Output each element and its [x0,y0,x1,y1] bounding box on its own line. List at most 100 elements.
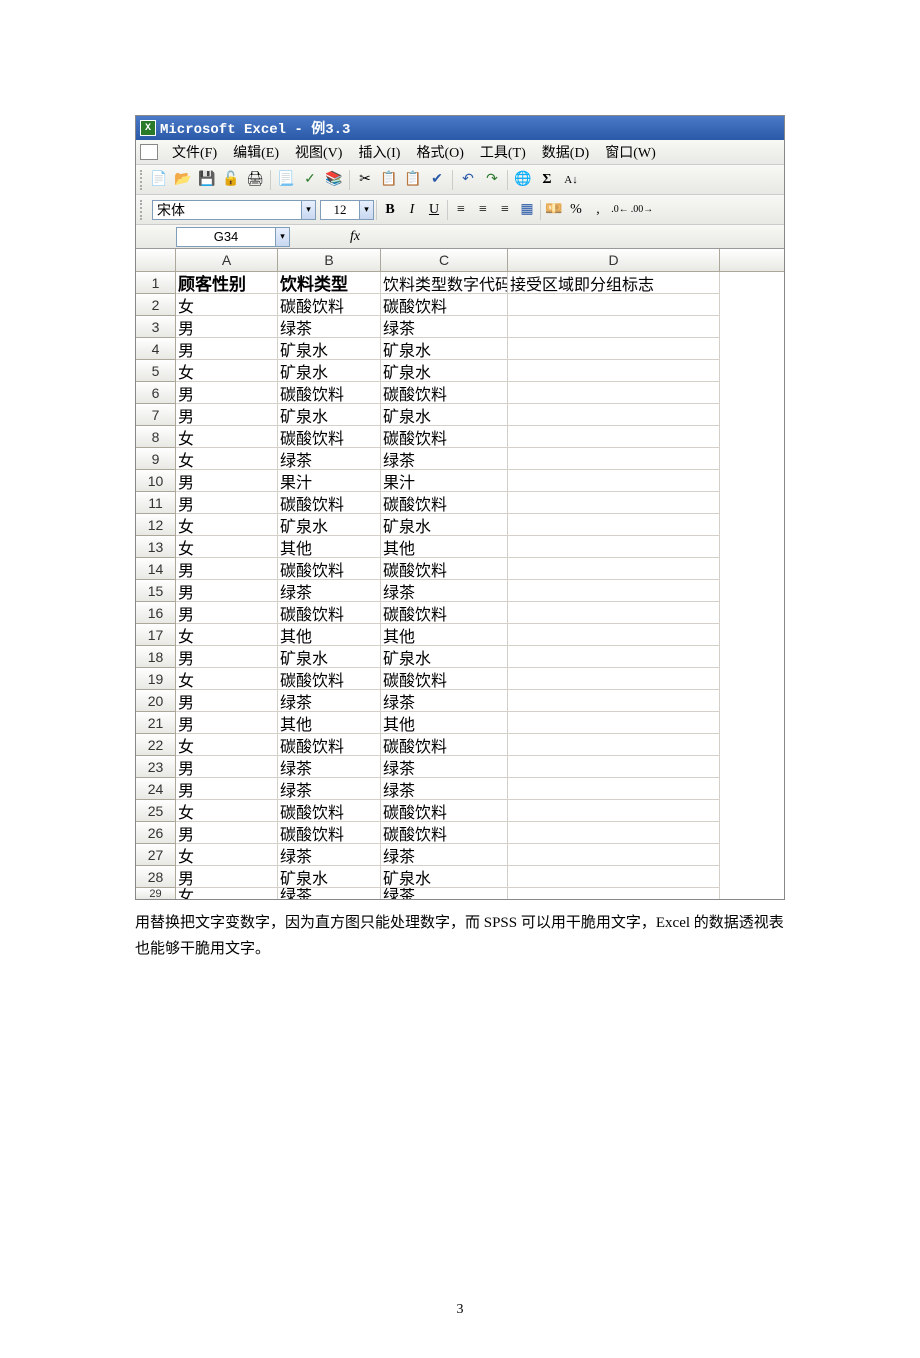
row-header[interactable]: 1 [136,272,176,294]
cell[interactable] [508,844,720,866]
cell[interactable]: 碳酸饮料 [381,294,508,316]
cell[interactable] [508,492,720,514]
cell[interactable] [508,470,720,492]
cell[interactable] [508,800,720,822]
cell[interactable]: 碳酸饮料 [278,734,381,756]
cell[interactable] [508,338,720,360]
bold-icon[interactable]: B [379,199,401,221]
print-preview-icon[interactable]: 📃 [275,169,297,191]
col-header-A[interactable]: A [176,249,278,271]
cell[interactable]: 其他 [381,712,508,734]
cell[interactable]: 男 [176,866,278,888]
permission-icon[interactable]: 🔓 [220,169,242,191]
cell[interactable] [508,360,720,382]
menu-file[interactable]: 文件(F) [164,142,225,162]
row-header[interactable]: 22 [136,734,176,756]
fx-label[interactable]: fx [350,229,360,245]
select-all-corner[interactable] [136,249,176,271]
cell[interactable]: 男 [176,712,278,734]
cell[interactable]: 绿茶 [278,888,381,899]
cell[interactable]: 绿茶 [381,690,508,712]
cell[interactable]: 女 [176,888,278,899]
cell[interactable]: 其他 [381,624,508,646]
cell[interactable]: 碳酸饮料 [278,668,381,690]
cell[interactable]: 女 [176,536,278,558]
row-header[interactable]: 27 [136,844,176,866]
cell[interactable] [508,294,720,316]
font-name-selector[interactable]: 宋体 [152,200,302,220]
cell[interactable]: 其他 [278,624,381,646]
cell[interactable]: 碳酸饮料 [381,492,508,514]
col-header-B[interactable]: B [278,249,381,271]
row-header[interactable]: 8 [136,426,176,448]
row-header[interactable]: 16 [136,602,176,624]
cell[interactable]: 饮料类型 [278,272,381,294]
cell[interactable]: 女 [176,844,278,866]
underline-icon[interactable]: U [423,199,445,221]
new-icon[interactable]: 📄 [148,169,170,191]
cell[interactable] [508,602,720,624]
menu-window[interactable]: 窗口(W) [597,142,664,162]
cell[interactable]: 碳酸饮料 [278,492,381,514]
cell[interactable]: 男 [176,316,278,338]
comma-icon[interactable]: , [587,199,609,221]
menu-insert[interactable]: 插入(I) [350,142,408,162]
cell[interactable]: 饮料类型数字代码 [381,272,508,294]
cell[interactable]: 果汁 [278,470,381,492]
toolbar-handle[interactable] [140,170,144,190]
row-header[interactable]: 9 [136,448,176,470]
cell[interactable] [508,624,720,646]
cell[interactable]: 男 [176,470,278,492]
cell[interactable]: 男 [176,602,278,624]
cell[interactable]: 绿茶 [381,756,508,778]
row-header[interactable]: 5 [136,360,176,382]
cell[interactable]: 矿泉水 [278,646,381,668]
cell[interactable]: 矿泉水 [278,404,381,426]
cell[interactable]: 碳酸饮料 [278,426,381,448]
cell[interactable]: 绿茶 [381,844,508,866]
cell[interactable]: 绿茶 [381,778,508,800]
currency-icon[interactable]: 💴 [543,199,565,221]
row-header[interactable]: 13 [136,536,176,558]
research-icon[interactable]: 📚 [323,169,345,191]
cell[interactable]: 男 [176,580,278,602]
row-header[interactable]: 24 [136,778,176,800]
cell[interactable]: 绿茶 [381,316,508,338]
row-header[interactable]: 25 [136,800,176,822]
cell[interactable]: 绿茶 [381,888,508,899]
row-header[interactable]: 19 [136,668,176,690]
cell[interactable]: 矿泉水 [381,338,508,360]
menu-edit[interactable]: 编辑(E) [225,142,287,162]
cell[interactable]: 碳酸饮料 [278,602,381,624]
cell[interactable]: 男 [176,558,278,580]
cell[interactable]: 男 [176,690,278,712]
align-left-icon[interactable]: ≡ [450,199,472,221]
row-header[interactable]: 3 [136,316,176,338]
cell[interactable]: 女 [176,426,278,448]
cell[interactable]: 男 [176,778,278,800]
row-header[interactable]: 18 [136,646,176,668]
align-right-icon[interactable]: ≡ [494,199,516,221]
cell[interactable]: 矿泉水 [278,338,381,360]
menu-view[interactable]: 视图(V) [287,142,350,162]
cell[interactable]: 矿泉水 [381,404,508,426]
font-name-dropdown-icon[interactable]: ▾ [302,200,316,220]
cell[interactable] [508,712,720,734]
row-header[interactable]: 10 [136,470,176,492]
toolbar-handle[interactable] [140,200,144,220]
cell[interactable]: 矿泉水 [381,866,508,888]
cell[interactable] [508,888,720,899]
cell[interactable]: 碳酸饮料 [278,800,381,822]
cell[interactable]: 矿泉水 [278,514,381,536]
cell[interactable] [508,514,720,536]
font-size-selector[interactable]: 12 [320,200,360,220]
document-icon[interactable] [140,144,158,160]
format-painter-icon[interactable]: ✔ [426,169,448,191]
spelling-icon[interactable]: ✓ [299,169,321,191]
increase-decimal-icon[interactable]: .0← [609,199,631,221]
cell[interactable] [508,382,720,404]
decrease-decimal-icon[interactable]: .00→ [631,199,653,221]
cell[interactable]: 碳酸饮料 [381,734,508,756]
autosum-icon[interactable]: Σ [536,169,558,191]
cell[interactable]: 女 [176,668,278,690]
